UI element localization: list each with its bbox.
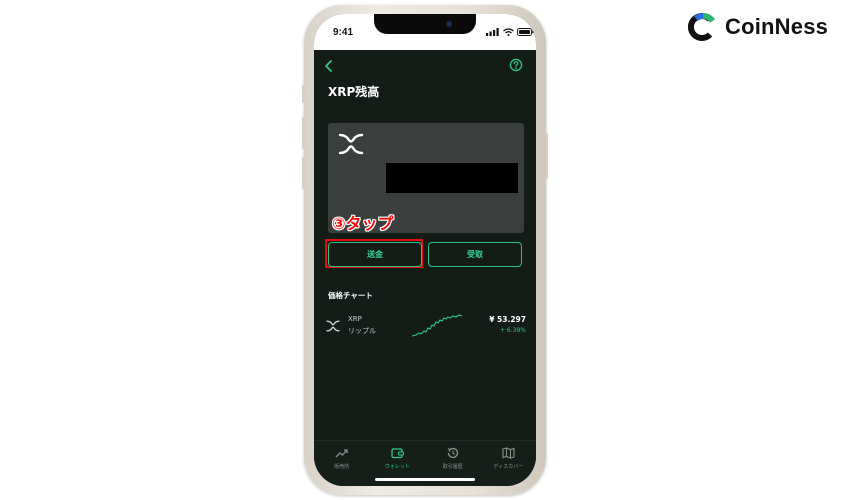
tap-annotation: ③タップ [332,214,394,233]
power-button [545,133,548,179]
xrp-logo-icon [338,133,364,155]
notch [374,14,476,34]
trend-up-icon [335,449,348,458]
nav-item-exchange[interactable]: 販売所 [314,441,370,486]
page-title: XRP残高 [328,85,380,99]
phone-frame: 9:41 XRP残高 ③タップ 送金 受取 価格チャート XRP リップル ¥ … [302,5,548,495]
volume-up-button [302,117,305,149]
receive-button[interactable]: 受取 [428,242,522,267]
coinness-logo: CoinNess [688,10,828,44]
slide-canvas: CoinNess 9:41 XRP残高 ③タップ 送金 受取 価格チャート XR… [0,0,850,500]
coin-price: ¥ 53.297 [489,315,526,324]
wallet-screen: XRP残高 ③タップ 送金 受取 価格チャート XRP リップル ¥ 53.29… [314,50,536,486]
history-icon [447,447,459,459]
xrp-logo-icon [326,320,340,332]
coin-symbol: XRP [348,315,362,323]
mute-switch [302,85,305,103]
coin-name: リップル [348,327,376,335]
signal-icon [486,28,499,36]
nav-label: 取引履歴 [442,464,463,470]
chevron-left-icon[interactable] [322,59,336,73]
send-button[interactable]: 送金 [328,242,422,267]
phone-screen: 9:41 XRP残高 ③タップ 送金 受取 価格チャート XRP リップル ¥ … [314,14,536,486]
coin-price-row[interactable]: XRP リップル ¥ 53.297 + 6.39% [326,312,526,342]
home-indicator [375,478,475,481]
status-time: 9:41 [333,27,354,38]
coin-change: + 6.39% [500,327,526,334]
coinness-wordmark: CoinNess [725,14,829,39]
redacted-balance [386,163,518,193]
status-icons [486,28,534,36]
nav-label: 販売所 [334,464,350,470]
price-sparkline [412,314,462,337]
volume-down-button [302,157,305,189]
status-bar: 9:41 [314,14,536,50]
map-icon [502,447,515,459]
front-camera [446,21,452,27]
question-circle-icon[interactable] [509,58,523,72]
nav-item-discover[interactable]: ディスカバー [481,441,537,486]
price-chart-heading: 価格チャート [328,291,373,300]
battery-icon [517,28,534,36]
wallet-icon [391,448,404,459]
wifi-icon [503,28,514,36]
nav-label: ウォレット [384,464,410,470]
coinness-logo-icon [688,12,716,41]
nav-label: ディスカバー [493,464,524,470]
